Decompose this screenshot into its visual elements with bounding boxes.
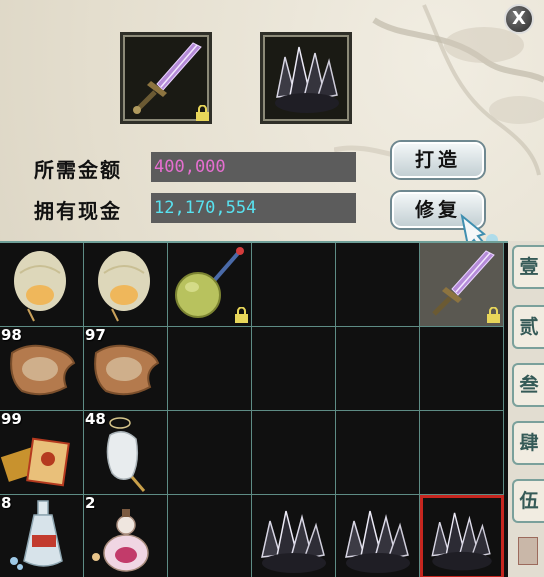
item-count: 97 (85, 327, 106, 344)
inventory-cell-empty[interactable] (336, 327, 420, 411)
lock-icon (487, 307, 500, 323)
dark-ore-crystal-icon (431, 512, 492, 571)
inventory-cell-selected[interactable] (420, 495, 504, 577)
inventory-cell-empty[interactable] (420, 411, 504, 495)
close-button[interactable]: X (504, 4, 534, 34)
dark-ore-crystal-icon (261, 510, 326, 573)
forge-panel: X 所需金额 400,000 拥有现金 12,170,554 打造 修复 98 … (0, 0, 544, 577)
inventory-cell-empty[interactable] (420, 327, 504, 411)
inventory-cell-empty[interactable] (168, 495, 252, 577)
item-count: 8 (1, 495, 12, 512)
inventory-cell[interactable] (168, 243, 252, 327)
required-amount-value: 400,000 (151, 152, 356, 182)
inventory-cell[interactable]: 48 (84, 411, 168, 495)
inventory-cell-empty[interactable] (336, 411, 420, 495)
required-amount-label: 所需金额 (34, 158, 122, 182)
lock-icon (196, 105, 209, 121)
owned-cash-value: 12,170,554 (151, 193, 356, 223)
item-count: 99 (1, 411, 22, 428)
inventory-cell-empty[interactable] (336, 243, 420, 327)
forge-slot-weapon[interactable] (120, 32, 212, 124)
item-count: 2 (85, 495, 96, 512)
tab-page-2[interactable]: 贰 (512, 305, 544, 349)
inventory-cell[interactable]: 8 (0, 495, 84, 577)
item-count: 48 (85, 411, 106, 428)
inventory-cell[interactable]: 2 (84, 495, 168, 577)
seal-stamp-icon (518, 537, 538, 565)
inventory-cell[interactable] (252, 495, 336, 577)
inventory-cell[interactable]: 99 (0, 411, 84, 495)
tab-page-5[interactable]: 伍 (512, 479, 544, 523)
item-count: 98 (1, 327, 22, 344)
inventory-cell-empty[interactable] (252, 327, 336, 411)
inventory-cell[interactable] (0, 243, 84, 327)
forge-slot-material[interactable] (260, 32, 352, 124)
inventory-cell-empty[interactable] (168, 411, 252, 495)
dark-ore-crystal-icon (345, 510, 410, 573)
sky-lantern-icon (14, 251, 66, 322)
tab-page-4[interactable]: 肆 (512, 421, 544, 465)
dark-ore-crystal-icon (275, 46, 339, 113)
inventory-tabs: 壹 贰 叁 肆 伍 (508, 241, 544, 577)
tab-page-1[interactable]: 壹 (512, 245, 544, 289)
potion-bottle-icon (10, 500, 63, 570)
owned-cash-label: 拥有现金 (34, 199, 122, 223)
inventory-cell-empty[interactable] (252, 411, 336, 495)
craft-button[interactable]: 打造 (392, 142, 484, 178)
inventory-cell-empty[interactable] (168, 327, 252, 411)
inventory-cell[interactable] (420, 243, 504, 327)
inventory-cell[interactable] (336, 495, 420, 577)
inventory-cell[interactable]: 97 (84, 327, 168, 411)
gourd-potion-icon (92, 509, 149, 572)
sky-lantern-icon (98, 251, 150, 322)
inventory-cell[interactable] (84, 243, 168, 327)
inventory-grid: 98 97 99 48 8 2 (0, 241, 508, 577)
lock-icon (235, 307, 248, 323)
inventory-cell[interactable]: 98 (0, 327, 84, 411)
tab-page-3[interactable]: 叁 (512, 363, 544, 407)
inventory-cell-empty[interactable] (252, 243, 336, 327)
